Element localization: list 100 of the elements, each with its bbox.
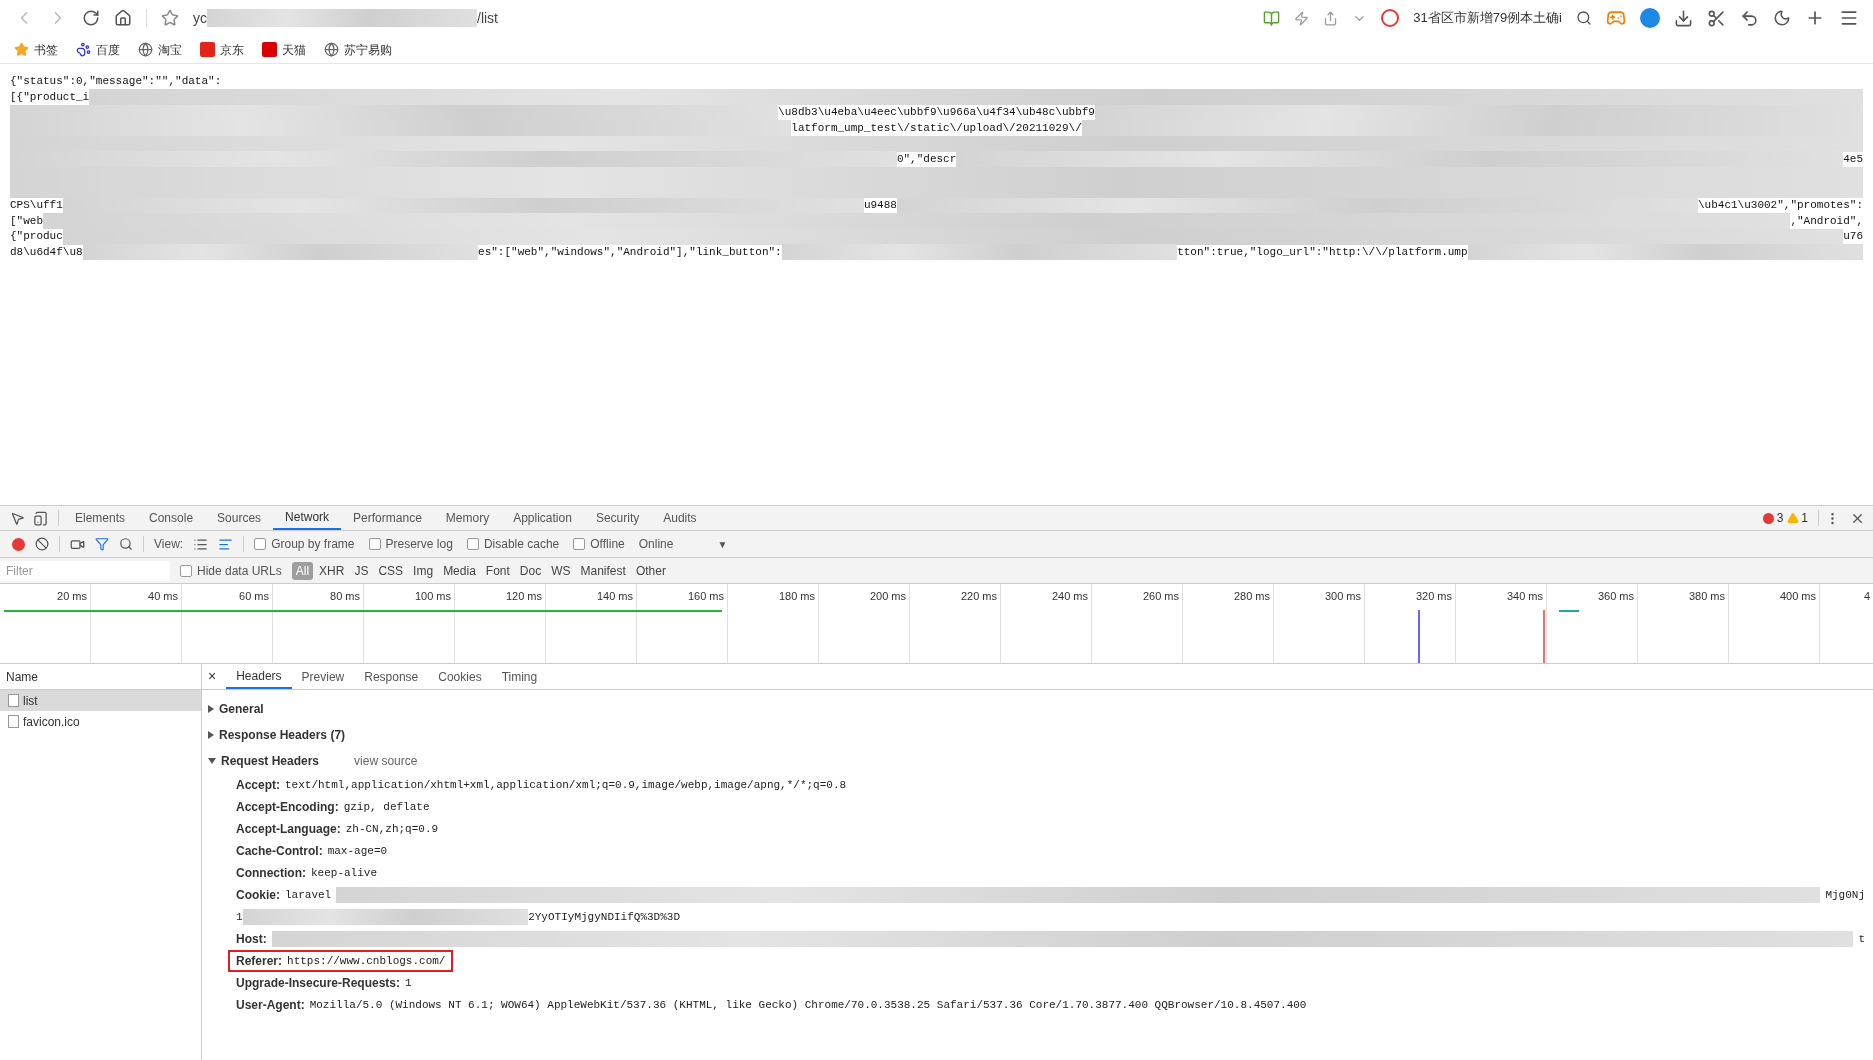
filter-field[interactable]: Filter [0, 560, 170, 581]
code-text: ["web [10, 213, 43, 229]
checkbox[interactable] [254, 538, 267, 550]
bookmark-link[interactable]: 百度 [96, 40, 120, 59]
section-title[interactable]: General [219, 700, 264, 718]
lightning-icon[interactable] [1294, 10, 1310, 26]
option-label[interactable]: Hide data URLs [197, 561, 282, 580]
time-tick: 20 ms [57, 589, 87, 602]
code-text: {"status":0,"message":"","data": [10, 74, 222, 90]
bookmark-link[interactable]: 淘宝 [158, 40, 182, 59]
option-label[interactable]: Offline [590, 535, 625, 553]
type-filter[interactable]: JS [350, 561, 373, 580]
header-name: Accept-Encoding: [236, 799, 339, 816]
detail-tab[interactable]: Cookies [428, 664, 492, 689]
header-name: Cookie: [236, 887, 280, 904]
scissors-icon[interactable] [1707, 8, 1726, 28]
reader-icon[interactable] [1263, 9, 1281, 27]
devtools-tab[interactable]: Security [583, 506, 652, 530]
gamepad-icon[interactable] [1606, 8, 1626, 28]
type-filter[interactable]: Manifest [576, 561, 630, 580]
download-icon[interactable] [1674, 8, 1693, 28]
header-name: Referer: [236, 953, 283, 970]
checkbox[interactable] [368, 538, 381, 550]
type-filter[interactable]: XHR [315, 561, 349, 580]
address-bar[interactable]: yc /list [193, 7, 1193, 29]
search-icon[interactable] [119, 537, 133, 551]
disclosure-triangle-icon[interactable] [208, 731, 214, 739]
option-label[interactable]: Group by frame [271, 535, 355, 553]
type-filter[interactable]: Doc [515, 561, 546, 580]
code-text: Mozilla/5.0 (Windows NT 6.1; WOW64) AppleWebKit/537.36 (KHTML, like Gecko) Chrome/70.0.3538.25 Safari/537.36 Core/1.70.3877.400 QQBrowser/10.8.4507.400 [309, 997, 1307, 1013]
checkbox[interactable] [573, 538, 586, 550]
view-label: View: [154, 536, 184, 553]
square-logo-icon [262, 42, 277, 57]
time-tick: 40 ms [148, 589, 178, 602]
request-row[interactable]: list [0, 690, 201, 711]
bookmark-link[interactable]: 天猫 [282, 40, 306, 59]
detail-tab[interactable]: Response [354, 664, 429, 689]
waterfall-icon[interactable] [218, 536, 234, 552]
record-button[interactable] [12, 537, 25, 551]
header-name: Upgrade-Insecure-Requests: [236, 975, 401, 992]
warning-count[interactable]: 1 [1801, 509, 1808, 527]
checkbox[interactable] [180, 564, 192, 577]
disclosure-triangle-icon[interactable] [208, 758, 216, 764]
devtools-tab[interactable]: Audits [651, 506, 709, 530]
news-ticker[interactable]: 31省区市新增79例本土确i [1413, 8, 1562, 28]
request-name: list [23, 692, 38, 710]
bookmark-link[interactable]: 苏宁易购 [344, 40, 392, 59]
code-text: Mjg0Nj [1825, 887, 1865, 903]
section-title[interactable]: Request Headers [221, 752, 320, 770]
menu-icon[interactable] [1839, 8, 1859, 28]
time-tick: 80 ms [330, 589, 360, 602]
detail-tab[interactable]: Preview [291, 664, 355, 689]
code-text: u9488 [863, 198, 897, 214]
code-text: text/html,application/xhtml+xml,application/xml;q=0.9,image/webp,image/apng,*/*;q=0.8 [285, 777, 847, 793]
type-filter[interactable]: Font [481, 561, 514, 580]
device-toggle-icon[interactable] [33, 510, 48, 526]
search-icon[interactable] [1576, 10, 1592, 26]
list-view-icon[interactable] [193, 536, 209, 552]
undo-icon[interactable] [1740, 8, 1759, 28]
close-icon[interactable]: × [208, 666, 217, 687]
time-tick: 60 ms [239, 589, 269, 602]
bookmark-link[interactable]: 书签 [34, 40, 58, 59]
time-tick: 100 ms [414, 589, 451, 602]
devtools-tab[interactable]: Memory [433, 506, 502, 530]
devtools-tab[interactable]: Elements [63, 506, 138, 530]
devtools-tab[interactable]: Performance [341, 506, 434, 530]
detail-tab[interactable]: Headers [226, 664, 292, 689]
bookmark-link[interactable]: 京东 [220, 40, 244, 59]
detail-tab[interactable]: Timing [491, 664, 548, 689]
devtools-tab[interactable]: Sources [205, 506, 274, 530]
header-name: User-Agent: [236, 997, 305, 1014]
type-filter[interactable]: Other [631, 561, 670, 580]
reload-icon[interactable] [82, 9, 100, 27]
type-filter[interactable]: WS [547, 561, 575, 580]
share-icon[interactable] [1323, 10, 1339, 26]
type-filter[interactable]: Img [409, 561, 438, 580]
devtools-tab[interactable]: Application [501, 506, 584, 530]
filter-icon[interactable] [95, 537, 109, 551]
error-count[interactable]: 3 [1776, 509, 1784, 527]
option-label[interactable]: Disable cache [483, 535, 560, 553]
header-name: Accept-Language: [236, 821, 341, 838]
home-icon[interactable] [114, 9, 132, 27]
option-label[interactable]: Preserve log [385, 535, 453, 553]
section-title[interactable]: Response Headers (7) [219, 726, 346, 744]
time-tick: 300 ms [1324, 589, 1361, 602]
time-tick: 400 ms [1779, 589, 1816, 602]
request-name: favicon.ico [23, 713, 80, 731]
type-filter[interactable]: CSS [374, 561, 408, 580]
moon-icon[interactable] [1773, 9, 1791, 27]
disclosure-triangle-icon[interactable] [208, 705, 214, 713]
bookmark-star-icon[interactable] [161, 9, 179, 27]
devtools-tab[interactable]: Console [137, 506, 206, 530]
code-text: zh-CN,zh;q=0.9 [345, 821, 439, 837]
throttling-select[interactable]: Online ▼ [638, 535, 728, 553]
clear-icon[interactable] [35, 537, 49, 551]
checkbox[interactable] [466, 538, 479, 550]
code-text: {"produc [10, 229, 63, 245]
inspect-icon[interactable] [10, 510, 25, 526]
view-source-link[interactable]: view source [354, 752, 418, 770]
type-filter[interactable]: Media [439, 561, 480, 580]
